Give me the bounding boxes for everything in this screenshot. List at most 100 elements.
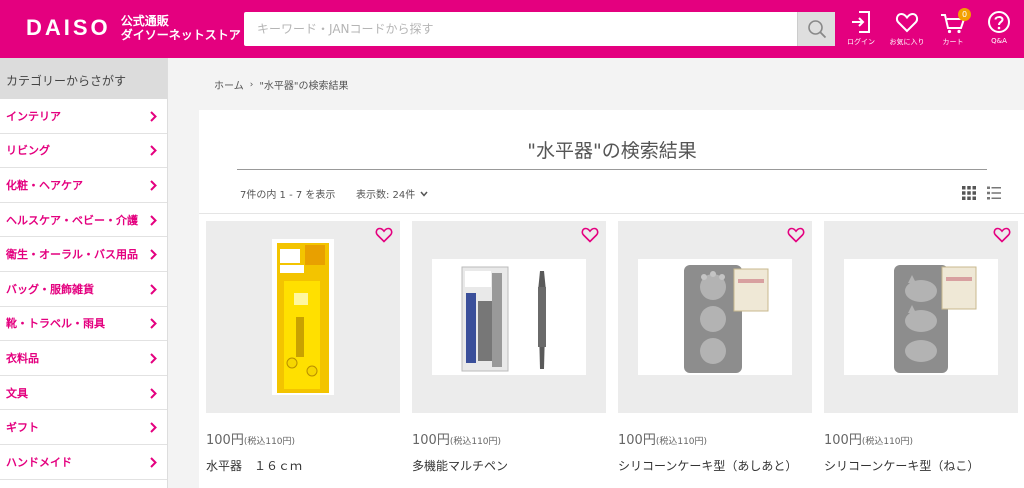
category-sidebar: カテゴリーからさがす インテリアリビング化粧・ヘアケアヘルスケア・ベビー・介護衛… bbox=[0, 58, 168, 488]
sidebar-category-label: ヘルスケア・ベビー・介護 bbox=[6, 213, 138, 227]
sidebar-category-label: 文具 bbox=[6, 386, 28, 400]
list-view-button[interactable] bbox=[987, 185, 1001, 204]
search-button[interactable] bbox=[797, 12, 835, 46]
chevron-right-icon bbox=[150, 180, 157, 191]
category-list: インテリアリビング化粧・ヘアケアヘルスケア・ベビー・介護 衛生・オーラル・バス用品… bbox=[0, 99, 167, 480]
favorite-heart-icon[interactable] bbox=[375, 227, 393, 247]
price-tax: (税込110円) bbox=[655, 437, 708, 447]
level-tool-image bbox=[272, 239, 334, 395]
sidebar-category-item[interactable]: インテリア bbox=[0, 99, 167, 134]
title-underline bbox=[237, 169, 987, 170]
sidebar-category-item[interactable]: ハンドメイド bbox=[0, 445, 167, 480]
question-icon bbox=[988, 11, 1010, 33]
price-tax: (税込110円) bbox=[449, 437, 502, 447]
product-image[interactable] bbox=[206, 221, 400, 413]
favorites-label: お気に入り bbox=[889, 38, 925, 46]
product-card[interactable]: 100円(税込110円) 水平器 １６ｃｍ bbox=[206, 221, 400, 488]
product-price: 100円(税込110円) bbox=[412, 429, 501, 448]
paw-mold-image bbox=[638, 259, 792, 375]
search-bar bbox=[244, 12, 835, 46]
sidebar-category-item[interactable]: ヘルスケア・ベビー・介護 bbox=[0, 203, 167, 238]
product-image[interactable] bbox=[412, 221, 606, 413]
result-count: 7件の内 1 - 7 を表示 bbox=[240, 190, 336, 201]
favorite-heart-icon[interactable] bbox=[993, 227, 1011, 247]
product-name[interactable]: 多機能マルチペン bbox=[412, 457, 508, 474]
chevron-right-icon bbox=[150, 318, 157, 330]
sidebar-category-item[interactable]: 文具 bbox=[0, 376, 167, 411]
list-icon bbox=[987, 186, 1001, 200]
price-value: 100円 bbox=[824, 433, 862, 448]
chevron-right-icon bbox=[150, 457, 157, 468]
favorite-heart-icon[interactable] bbox=[787, 227, 805, 247]
sidebar-category-item[interactable]: 靴・トラベル・雨具 bbox=[0, 307, 167, 342]
chevron-right-icon bbox=[150, 145, 157, 157]
sidebar-category-item[interactable]: 衛生・オーラル・バス用品 bbox=[0, 237, 167, 272]
sidebar-category-label: インテリア bbox=[6, 109, 61, 123]
chevron-right-icon bbox=[150, 422, 157, 433]
sidebar-category-label: 化粧・ヘアケア bbox=[6, 178, 83, 192]
logo-sub-line2: ダイソーネットストア bbox=[120, 28, 241, 42]
sidebar-category-item[interactable]: 化粧・ヘアケア bbox=[0, 168, 167, 203]
sidebar-category-label: 衛生・オーラル・バス用品 bbox=[6, 248, 138, 262]
sidebar-category-item[interactable]: バッグ・服飾雑貨 bbox=[0, 272, 167, 307]
sidebar-category-label: バッグ・服飾雑貨 bbox=[6, 282, 94, 296]
chevron-right-icon bbox=[150, 353, 157, 364]
price-value: 100円 bbox=[618, 433, 656, 448]
chevron-right-icon bbox=[150, 111, 157, 122]
multi-pen-image bbox=[432, 259, 586, 375]
breadcrumb-separator-icon: › bbox=[249, 79, 254, 90]
product-card[interactable]: 100円(税込110円) 多機能マルチペン bbox=[412, 221, 606, 488]
breadcrumb-current: "水平器"の検索結果 bbox=[259, 81, 349, 92]
product-image[interactable] bbox=[824, 221, 1018, 413]
sidebar-category-label: ハンドメイド bbox=[6, 455, 72, 469]
chevron-right-icon bbox=[150, 284, 157, 295]
page-title: "水平器"の検索結果 bbox=[527, 140, 697, 162]
product-price: 100円(税込110円) bbox=[618, 429, 707, 448]
price-value: 100円 bbox=[412, 433, 450, 448]
sidebar-category-label: 衣料品 bbox=[6, 351, 39, 365]
price-tax: (税込110円) bbox=[861, 437, 914, 447]
product-card[interactable]: 100円(税込110円) シリコーンケーキ型（あしあと） bbox=[618, 221, 812, 488]
chevron-right-icon bbox=[150, 387, 157, 399]
header-actions: ログイン お気に入り 0 カート Q&A bbox=[838, 8, 1022, 47]
product-name[interactable]: シリコーンケーキ型（ねこ） bbox=[824, 457, 979, 474]
search-icon bbox=[807, 20, 826, 39]
chevron-right-icon bbox=[150, 249, 157, 260]
product-name[interactable]: 水平器 １６ｃｍ bbox=[206, 457, 302, 474]
cart-count-badge: 0 bbox=[958, 8, 971, 21]
product-name[interactable]: シリコーンケーキ型（あしあと） bbox=[618, 457, 797, 474]
product-price: 100円(税込110円) bbox=[824, 429, 913, 448]
logo-subtitle: 公式通販 ダイソーネットストア bbox=[121, 14, 241, 42]
breadcrumb-home[interactable]: ホーム bbox=[214, 77, 244, 92]
logo-text: DAISO bbox=[26, 15, 111, 40]
grid-icon bbox=[962, 186, 976, 200]
qa-button[interactable]: Q&A bbox=[976, 8, 1022, 47]
chevron-right-icon bbox=[150, 214, 157, 226]
sidebar-category-item[interactable]: リビング bbox=[0, 134, 167, 169]
favorite-heart-icon[interactable] bbox=[581, 227, 599, 247]
login-button[interactable]: ログイン bbox=[838, 8, 884, 47]
product-image[interactable] bbox=[618, 221, 812, 413]
cart-label: カート bbox=[942, 38, 964, 46]
cat-mold-image bbox=[844, 259, 998, 375]
qa-label: Q&A bbox=[991, 37, 1007, 45]
search-input[interactable] bbox=[244, 12, 796, 46]
sidebar-title: カテゴリーからさがす bbox=[0, 58, 167, 99]
sidebar-category-item[interactable]: 衣料品 bbox=[0, 341, 167, 376]
logo[interactable]: DAISO 公式通販 ダイソーネットストア bbox=[26, 14, 241, 42]
logo-sub-line1: 公式通販 bbox=[120, 14, 169, 28]
cart-button[interactable]: 0 カート bbox=[930, 8, 976, 47]
grid-view-button[interactable] bbox=[962, 185, 976, 204]
favorites-button[interactable]: お気に入り bbox=[884, 8, 930, 47]
sidebar-category-label: ギフト bbox=[6, 421, 39, 435]
sidebar-category-label: リビング bbox=[6, 144, 50, 158]
per-page-select[interactable]: 表示数: 24件 bbox=[356, 186, 428, 201]
heart-icon bbox=[895, 12, 919, 33]
per-page-label: 表示数: 24件 bbox=[356, 190, 416, 201]
login-icon bbox=[852, 11, 870, 33]
site-header: DAISO 公式通販 ダイソーネットストア ログイン お気に入り bbox=[0, 0, 1024, 58]
sidebar-category-item[interactable]: ギフト bbox=[0, 410, 167, 445]
product-card[interactable]: 100円(税込110円) シリコーンケーキ型（ねこ） bbox=[824, 221, 1018, 488]
price-tax: (税込110円) bbox=[243, 437, 296, 447]
sidebar-category-label: 靴・トラベル・雨具 bbox=[6, 317, 105, 331]
